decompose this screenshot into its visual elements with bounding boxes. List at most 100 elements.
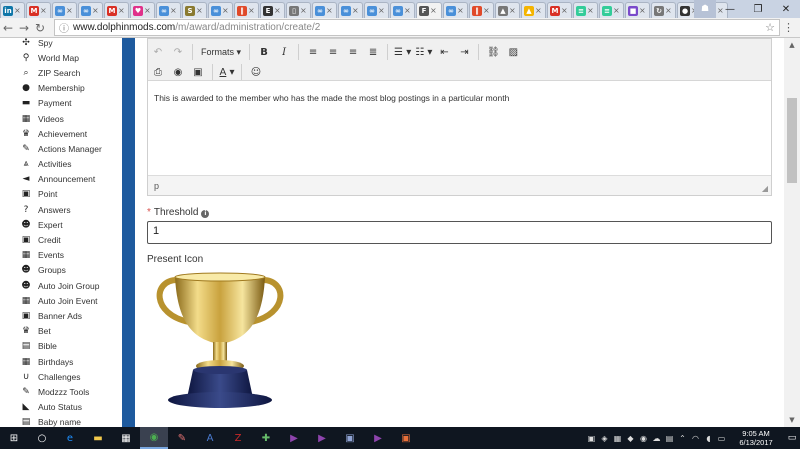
sidebar-item-groups[interactable]: ☻ Groups <box>0 263 122 278</box>
close-tab-icon[interactable]: × <box>274 6 281 15</box>
close-tab-icon[interactable]: × <box>613 6 620 15</box>
sidebar-item-birthdays[interactable]: ▦ Birthdays <box>0 354 122 369</box>
close-tab-icon[interactable]: × <box>118 6 125 15</box>
browser-tab[interactable]: M × <box>104 2 129 18</box>
browser-tab[interactable]: ♥ × <box>130 2 155 18</box>
edge-icon[interactable]: e <box>56 427 84 449</box>
info-icon[interactable]: i <box>201 210 210 218</box>
sidebar-item-activities[interactable]: ⩓ Activities <box>0 157 122 172</box>
bold-icon[interactable]: B <box>254 43 274 61</box>
browser-tab[interactable]: ∞ × <box>156 2 181 18</box>
address-bar[interactable]: ⓘ www.dolphinmods.com/m/award/administra… <box>54 19 780 36</box>
threshold-input[interactable]: 1 <box>147 221 772 244</box>
file-explorer-icon[interactable]: ▬ <box>84 427 112 449</box>
scrollbar-thumb[interactable] <box>787 98 797 183</box>
paint-icon[interactable]: ✎ <box>168 427 196 449</box>
element-path[interactable]: p <box>154 181 159 191</box>
back-button[interactable]: ← <box>0 21 16 35</box>
sidebar-item-events[interactable]: ▦ Events <box>0 248 122 263</box>
tray-app-icon[interactable]: ◆ <box>624 434 637 443</box>
sidebar-item-challenges[interactable]: ∪ Challenges <box>0 369 122 384</box>
browser-tab[interactable]: ↻ × <box>651 2 676 18</box>
close-tab-icon[interactable]: × <box>326 6 333 15</box>
close-tab-icon[interactable]: × <box>665 6 672 15</box>
browser-tab[interactable]: S × <box>182 2 207 18</box>
browser-tab[interactable]: ∞ × <box>52 2 77 18</box>
vs-icon[interactable]: ▶ <box>280 427 308 449</box>
sidebar-item-auto-join-group[interactable]: ☻ Auto Join Group <box>0 278 122 293</box>
indent-icon[interactable]: ⇥ <box>454 43 474 61</box>
sidebar-item-zip-search[interactable]: ⌕ ZIP Search <box>0 65 122 80</box>
close-tab-icon[interactable]: × <box>14 6 21 15</box>
browser-tab[interactable]: ≡ × <box>573 2 598 18</box>
browser-tab[interactable]: M × <box>547 2 572 18</box>
close-tab-icon[interactable]: × <box>66 6 73 15</box>
close-tab-icon[interactable]: × <box>144 6 151 15</box>
align-right-icon[interactable]: ≡ <box>343 43 363 61</box>
tools-icon[interactable]: ✚ <box>252 427 280 449</box>
sidebar-item-actions-manager[interactable]: ✎ Actions Manager <box>0 141 122 156</box>
close-tab-icon[interactable]: × <box>587 6 594 15</box>
translate-icon[interactable]: A <box>196 427 224 449</box>
link-icon[interactable]: ⛓ <box>483 43 503 61</box>
show-hidden-icons[interactable]: ⌃ <box>676 434 689 443</box>
align-center-icon[interactable]: ≡ <box>323 43 343 61</box>
sidebar-item-bet[interactable]: ♛ Bet <box>0 324 122 339</box>
tray-app-icon[interactable]: ▦ <box>611 434 624 443</box>
sidebar-item-point[interactable]: ▣ Point <box>0 187 122 202</box>
sidebar-item-modzzz-tools[interactable]: ✎ Modzzz Tools <box>0 384 122 399</box>
browser-tab[interactable]: ∞ × <box>208 2 233 18</box>
image-icon[interactable]: ▨ <box>503 43 523 61</box>
tray-app-icon[interactable]: ◈ <box>598 434 611 443</box>
browser-tab[interactable]: ‖ × <box>469 2 494 18</box>
minimize-button[interactable]: — <box>716 0 744 18</box>
close-tab-icon[interactable]: × <box>509 6 516 15</box>
resize-handle-icon[interactable]: ◢ <box>762 184 768 193</box>
tray-app-icon[interactable]: ▣ <box>585 434 598 443</box>
tray-app-icon[interactable]: ☁ <box>650 434 663 443</box>
tray-app-icon[interactable]: ▤ <box>663 434 676 443</box>
redo-icon[interactable]: ↷ <box>168 43 188 61</box>
sidebar-item-credit[interactable]: ▣ Credit <box>0 232 122 247</box>
close-tab-icon[interactable]: × <box>170 6 177 15</box>
close-tab-icon[interactable]: × <box>92 6 99 15</box>
sidebar-item-announcement[interactable]: ◄ Announcement <box>0 172 122 187</box>
close-tab-icon[interactable]: × <box>196 6 203 15</box>
editor-body[interactable]: This is awarded to the member who has th… <box>148 81 771 175</box>
text-color-icon[interactable]: A ▾ <box>217 63 237 81</box>
browser-tab[interactable]: ∞ × <box>312 2 337 18</box>
scroll-down-icon[interactable]: ▼ <box>784 413 800 427</box>
sidebar-item-bible[interactable]: ▤ Bible <box>0 339 122 354</box>
formats-dropdown[interactable]: Formats ▾ <box>197 43 245 61</box>
browser-tab[interactable]: E × <box>260 2 285 18</box>
windows-start-icon[interactable]: ⊞ <box>0 427 28 449</box>
sidebar-item-spy[interactable]: ✣ Spy <box>0 38 122 50</box>
sidebar-item-auto-join-event[interactable]: ▦ Auto Join Event <box>0 293 122 308</box>
browser-tab[interactable]: ∞ × <box>338 2 363 18</box>
bookmark-star-icon[interactable]: ☆ <box>765 21 775 34</box>
page-scrollbar[interactable]: ▲ ▼ <box>784 38 800 427</box>
browser-tab[interactable]: ▲ × <box>495 2 520 18</box>
emoticon-icon[interactable]: ☺ <box>246 63 266 81</box>
close-window-button[interactable]: ✕ <box>772 0 800 18</box>
sidebar-item-achievement[interactable]: ♛ Achievement <box>0 126 122 141</box>
close-tab-icon[interactable]: × <box>561 6 568 15</box>
page-info-icon[interactable]: ⓘ <box>59 20 69 35</box>
numbered-list-icon[interactable]: ☷ ▾ <box>413 43 434 61</box>
close-tab-icon[interactable]: × <box>639 6 646 15</box>
close-tab-icon[interactable]: × <box>457 6 464 15</box>
close-tab-icon[interactable]: × <box>404 6 411 15</box>
close-tab-icon[interactable]: × <box>483 6 490 15</box>
close-tab-icon[interactable]: × <box>248 6 255 15</box>
sidebar-item-banner-ads[interactable]: ▣ Banner Ads <box>0 308 122 323</box>
search-icon[interactable]: ○ <box>28 427 56 449</box>
action-center-icon[interactable]: ▭ <box>784 433 800 443</box>
italic-icon[interactable]: I <box>274 43 294 61</box>
sidebar-item-answers[interactable]: ? Answers <box>0 202 122 217</box>
chrome-icon[interactable]: ◉ <box>140 427 168 449</box>
sidebar-item-payment[interactable]: ▬ Payment <box>0 96 122 111</box>
browser-tab[interactable]: ∞ × <box>78 2 103 18</box>
bullet-list-icon[interactable]: ☰ ▾ <box>392 43 413 61</box>
store-icon[interactable]: ▦ <box>112 427 140 449</box>
close-tab-icon[interactable]: × <box>378 6 385 15</box>
